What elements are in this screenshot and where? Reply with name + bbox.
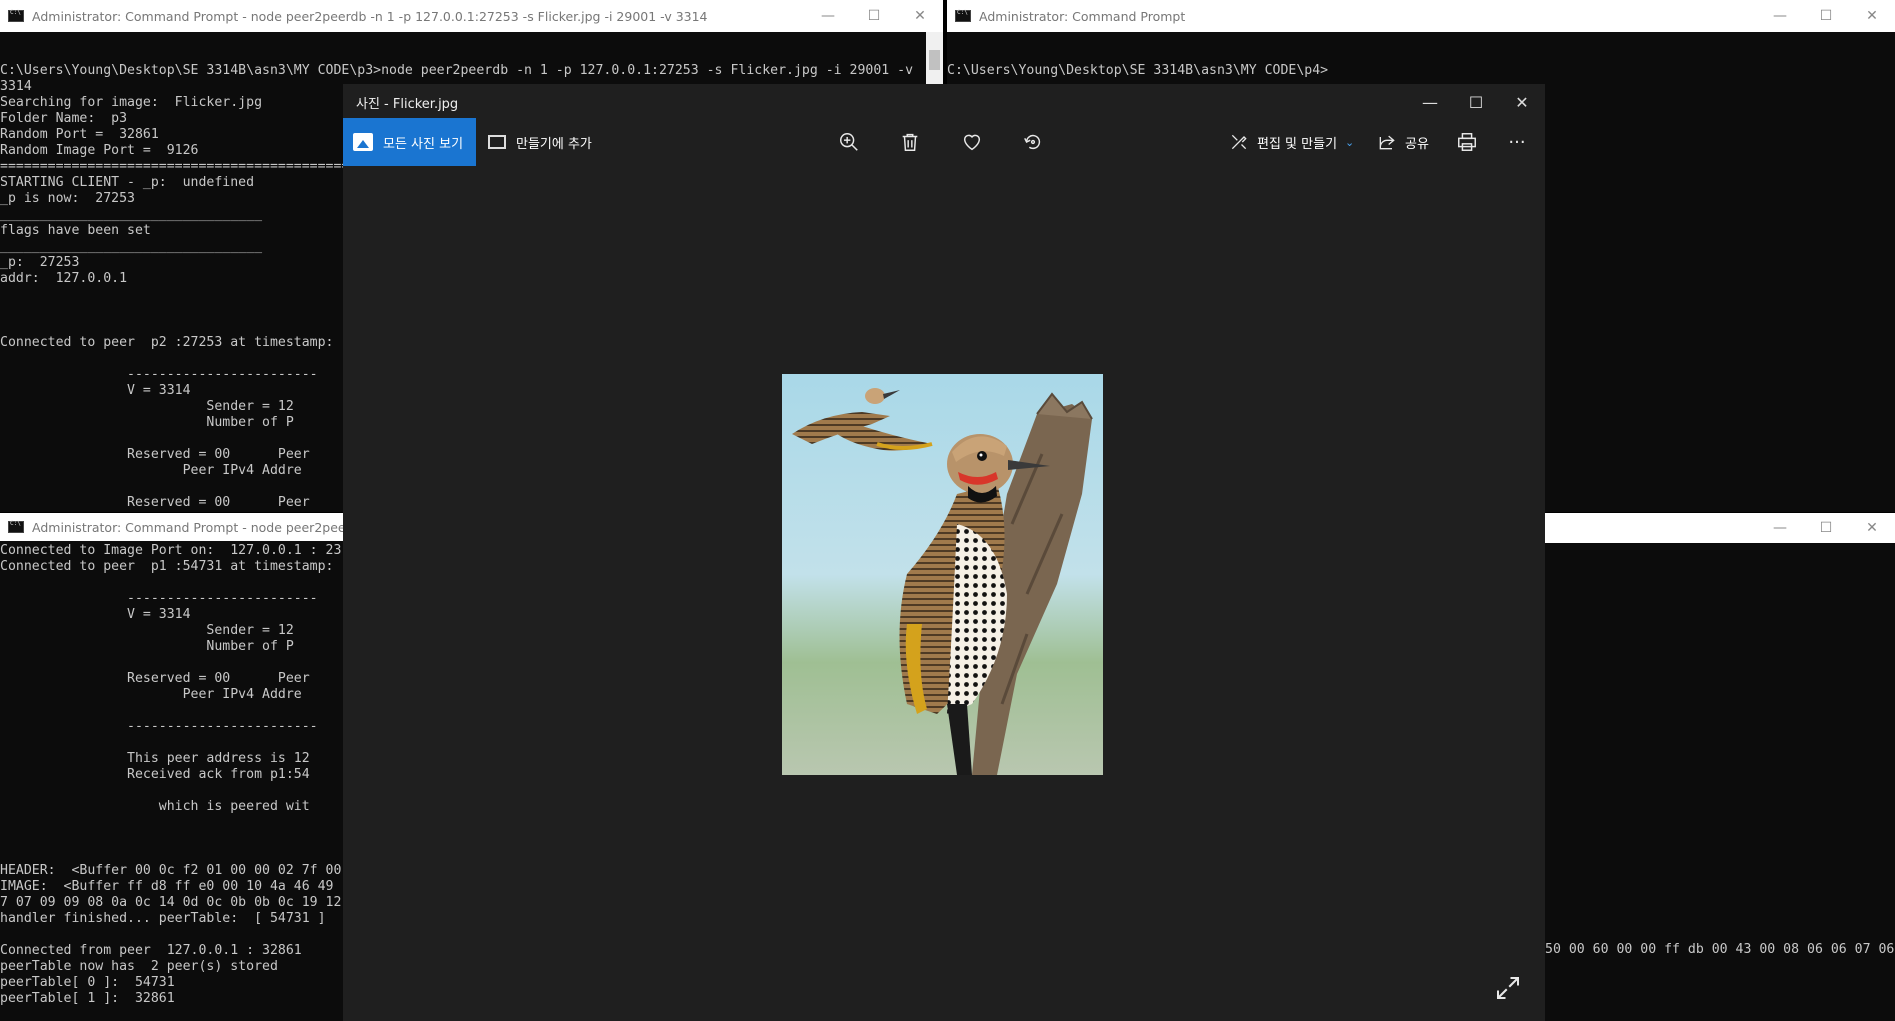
console-line: 7 07 09 09 08 0a 0c 14 0d 0c 0b 0b 0c 19… xyxy=(0,895,342,910)
share-icon xyxy=(1379,135,1395,150)
console-titlebar[interactable]: Administrator: Command Prompt - node pee… xyxy=(0,0,943,32)
window-controls: — ☐ ✕ xyxy=(1757,513,1895,543)
woodpecker-photo xyxy=(782,374,1103,775)
console-line: C:\Users\Young\Desktop\SE 3314B\asn3\MY … xyxy=(0,63,914,78)
maximize-button[interactable]: ☐ xyxy=(1803,0,1849,32)
maximize-button[interactable]: ☐ xyxy=(1453,84,1499,120)
maximize-button[interactable]: ☐ xyxy=(851,0,897,32)
console-line: IMAGE: <Buffer ff d8 ff e0 00 10 4a 46 4… xyxy=(0,879,334,894)
add-to-creation-label: 만들기에 추가 xyxy=(516,136,592,152)
console-line: peerTable[ 0 ]: 54731 xyxy=(0,975,175,990)
more-icon: ··· xyxy=(1508,131,1526,153)
fullscreen-icon xyxy=(1497,977,1519,999)
all-photos-label: 모든 사진 보기 xyxy=(383,136,464,152)
rotate-icon xyxy=(1024,134,1041,150)
console-line: Peer IPv4 Addre xyxy=(0,687,302,702)
close-button[interactable]: ✕ xyxy=(1849,513,1895,543)
console-line: which is peered wit xyxy=(0,799,310,814)
favorite-button[interactable] xyxy=(948,118,996,166)
console-line: Received ack from p1:54 xyxy=(0,767,310,782)
console-line: peerTable now has 2 peer(s) stored xyxy=(0,959,278,974)
photos-toolbar: 모든 사진 보기 만들기에 추가 편집 및 만들기 ⌄ 공유 ··· xyxy=(343,118,1545,166)
close-button[interactable]: ✕ xyxy=(897,0,943,32)
photos-app-window[interactable]: 사진 - Flicker.jpg — ☐ ✕ 모든 사진 보기 만들기에 추가 xyxy=(343,84,1545,1021)
photo-image[interactable] xyxy=(782,374,1103,775)
console-line: ------------------------ xyxy=(0,719,318,734)
delete-button[interactable] xyxy=(886,118,934,166)
console-line: Number of P xyxy=(0,639,294,654)
rotate-button[interactable] xyxy=(1009,118,1057,166)
console-line: 50 00 60 00 00 ff db 00 43 00 08 06 06 0… xyxy=(1545,942,1895,957)
delete-icon xyxy=(902,133,918,151)
add-to-creation-button[interactable]: 만들기에 추가 xyxy=(488,118,592,166)
console-line: Sender = 12 xyxy=(0,623,294,638)
heart-icon xyxy=(963,134,981,151)
zoom-in-button[interactable] xyxy=(825,118,873,166)
edit-create-label: 편집 및 만들기 xyxy=(1257,136,1338,152)
console-titlebar[interactable]: Administrator: Command Prompt xyxy=(947,0,1895,32)
minimize-button[interactable]: — xyxy=(1757,0,1803,32)
edit-create-button[interactable]: 편집 및 만들기 ⌄ xyxy=(1229,118,1354,166)
console-line: peerTable[ 1 ]: 32861 xyxy=(0,991,175,1006)
fullscreen-button[interactable] xyxy=(1493,973,1523,1003)
print-button[interactable] xyxy=(1443,118,1491,166)
minimize-button[interactable]: — xyxy=(805,0,851,32)
close-button[interactable]: ✕ xyxy=(1499,84,1545,120)
edit-icon xyxy=(1231,134,1247,150)
slideshow-icon xyxy=(488,135,506,149)
maximize-button[interactable]: ☐ xyxy=(1803,513,1849,543)
window-controls: — ☐ ✕ xyxy=(1757,0,1895,32)
cmd-icon xyxy=(8,520,24,533)
close-button[interactable]: ✕ xyxy=(1849,0,1895,32)
share-button[interactable]: 공유 xyxy=(1377,118,1429,166)
print-icon xyxy=(1458,133,1476,151)
console-line: This peer address is 12 xyxy=(0,751,310,766)
console-line: handler finished... peerTable: [ 54731 ] xyxy=(0,911,326,926)
console-title: Administrator: Command Prompt - node pee… xyxy=(32,519,343,535)
all-photos-button[interactable]: 모든 사진 보기 xyxy=(343,118,476,166)
console-output[interactable]: Connected to Image Port on: 127.0.0.1 : … xyxy=(0,543,343,1007)
window-controls: — ☐ ✕ xyxy=(1407,84,1545,120)
console-line: Connected to Image Port on: 127.0.0.1 : … xyxy=(0,543,342,558)
chevron-down-icon: ⌄ xyxy=(1345,135,1355,149)
more-button[interactable]: ··· xyxy=(1493,118,1541,166)
zoom-in-icon xyxy=(840,133,858,151)
share-label: 공유 xyxy=(1405,136,1429,152)
cmd-icon xyxy=(8,9,24,22)
console-line: HEADER: <Buffer 00 0c f2 01 00 00 02 7f … xyxy=(0,863,342,878)
console-line: Connected to peer p1 :54731 at timestamp… xyxy=(0,559,334,574)
console-line: C:\Users\Young\Desktop\SE 3314B\asn3\MY … xyxy=(947,63,1329,78)
console-line: Connected from peer 127.0.0.1 : 32861 xyxy=(0,943,302,958)
console-window-p1[interactable]: Administrator: Command Prompt - node pee… xyxy=(0,513,343,1021)
console-line: Reserved = 00 Peer xyxy=(0,671,310,686)
minimize-button[interactable]: — xyxy=(1757,513,1803,543)
console-output[interactable]: C:\Users\Young\Desktop\SE 3314B\asn3\MY … xyxy=(947,47,1895,79)
window-controls: — ☐ ✕ xyxy=(805,0,943,32)
photos-title: 사진 - Flicker.jpg xyxy=(356,96,459,112)
console-window-p2[interactable]: — ☐ ✕ 50 00 60 00 00 ff db 00 43 00 08 0… xyxy=(1545,513,1895,1021)
minimize-button[interactable]: — xyxy=(1407,84,1453,120)
console-line: V = 3314 xyxy=(0,607,191,622)
console-titlebar[interactable]: Administrator: Command Prompt - node pee… xyxy=(0,513,343,541)
cmd-icon xyxy=(955,9,971,22)
image-icon xyxy=(353,133,373,151)
console-line: ------------------------ xyxy=(0,591,318,606)
console-output[interactable]: 50 00 60 00 00 ff db 00 43 00 08 06 06 0… xyxy=(1545,910,1895,990)
